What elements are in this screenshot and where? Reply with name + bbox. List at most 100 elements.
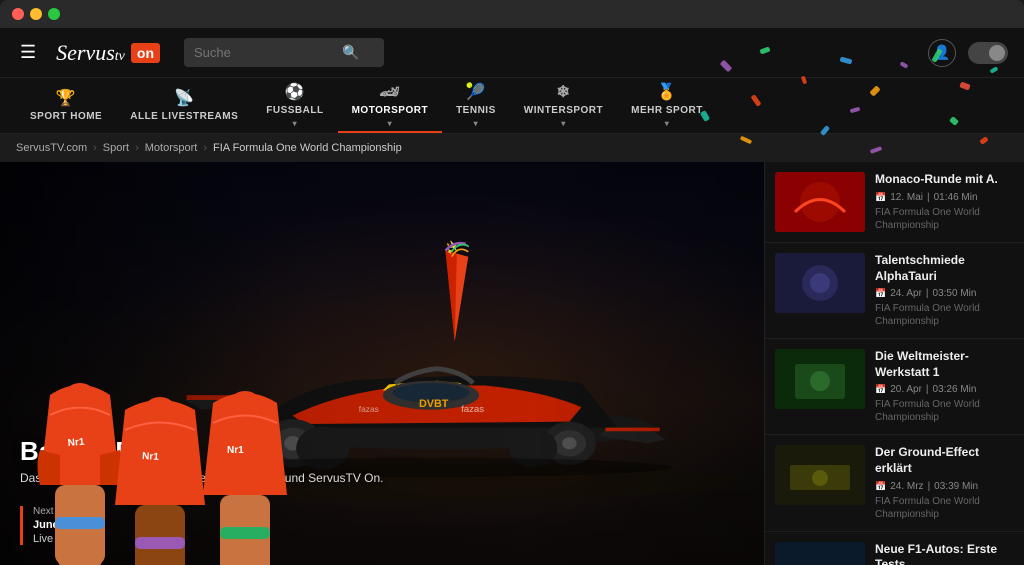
- foam-fingers: Nr1 Nr1: [0, 365, 320, 565]
- chevron-down-icon-winter: ▾: [561, 119, 566, 128]
- svg-text:Nr1: Nr1: [227, 445, 244, 456]
- user-icon[interactable]: 👤: [928, 39, 956, 67]
- sidebar-card-title-4: Neue F1-Autos: Erste Tests: [875, 542, 1014, 565]
- svg-text:✨: ✨: [442, 237, 462, 256]
- motorsport-icon: 🏎: [379, 82, 400, 102]
- search-input[interactable]: [194, 45, 334, 60]
- nav-tennis-label: TENNIS: [456, 105, 496, 116]
- header: ☰ Servustv on 🔍 👤: [0, 28, 1024, 78]
- app-container: ☰ Servustv on 🔍 👤 🏆 SPORT HOME 📡 ALLE LI…: [0, 28, 1024, 565]
- sidebar-sep-0: |: [927, 192, 930, 203]
- sidebar-card-title-3: Der Ground-Effect erklärt: [875, 445, 1014, 476]
- navigation: 🏆 SPORT HOME 📡 ALLE LIVESTREAMS ⚽ FUSSBA…: [0, 78, 1024, 134]
- sidebar-duration-3: 03:39 Min: [934, 481, 978, 492]
- header-right: 👤: [928, 39, 1008, 67]
- breadcrumb-sep-1: ›: [93, 142, 97, 154]
- sidebar-card-meta-2: 📅 20. Apr | 03:26 Min: [875, 384, 1014, 395]
- sidebar-card-meta-0: 📅 12. Mai | 01:46 Min: [875, 192, 1014, 203]
- sidebar-category-0: FIA Formula One World Championship: [875, 206, 1014, 232]
- nav-motorsport-label: MOTORSPORT: [352, 105, 428, 116]
- chevron-down-icon: ▾: [293, 119, 298, 128]
- sidebar-card-1[interactable]: Talentschmiede AlphaTauri 📅 24. Apr | 03…: [765, 243, 1024, 339]
- calendar-icon-2: 📅: [875, 384, 886, 395]
- breadcrumb-current: FIA Formula One World Championship: [213, 142, 402, 154]
- sidebar-info-1: Talentschmiede AlphaTauri 📅 24. Apr | 03…: [875, 253, 1014, 328]
- theme-toggle[interactable]: [968, 42, 1008, 64]
- sidebar-info-4: Neue F1-Autos: Erste Tests 📅 23. Feb | 0…: [875, 542, 1014, 565]
- hero-section[interactable]: fazas fazas DVBT: [0, 162, 764, 565]
- main-content: fazas fazas DVBT: [0, 162, 1024, 565]
- sidebar-info-3: Der Ground-Effect erklärt 📅 24. Mrz | 03…: [875, 445, 1014, 520]
- nav-sport-home-label: SPORT HOME: [30, 111, 102, 122]
- logo: Servustv on: [56, 40, 160, 66]
- search-icon: 🔍: [342, 44, 359, 61]
- sidebar-category-3: FIA Formula One World Championship: [875, 495, 1014, 521]
- sidebar-duration-1: 03:50 Min: [933, 288, 977, 299]
- nav-sport-home[interactable]: 🏆 SPORT HOME: [16, 78, 116, 133]
- sidebar-thumb-4: [775, 542, 865, 565]
- breadcrumb-home[interactable]: ServusTV.com: [16, 142, 87, 154]
- sidebar-card-0[interactable]: Monaco-Runde mit A. 📅 12. Mai | 01:46 Mi…: [765, 162, 1024, 243]
- maximize-button[interactable]: [48, 8, 60, 20]
- search-bar[interactable]: 🔍: [184, 38, 384, 67]
- calendar-icon-3: 📅: [875, 481, 886, 492]
- soccer-icon: ⚽: [285, 82, 305, 102]
- sidebar-card-title-0: Monaco-Runde mit A.: [875, 172, 1014, 188]
- sidebar-sep-3: |: [928, 481, 931, 492]
- breadcrumb-sport[interactable]: Sport: [103, 142, 129, 154]
- close-button[interactable]: [12, 8, 24, 20]
- sidebar-category-2: FIA Formula One World Championship: [875, 398, 1014, 424]
- sidebar-duration-2: 03:26 Min: [933, 384, 977, 395]
- sidebar-date-2: 20. Apr: [890, 384, 922, 395]
- nav-wintersport[interactable]: ❄ WINTERSPORT ▾: [510, 78, 617, 133]
- sidebar-card-meta-1: 📅 24. Apr | 03:50 Min: [875, 288, 1014, 299]
- live-icon: 📡: [174, 88, 194, 108]
- breadcrumb-motorsport[interactable]: Motorsport: [145, 142, 198, 154]
- sidebar-thumb-2: [775, 349, 865, 409]
- sidebar-info-0: Monaco-Runde mit A. 📅 12. Mai | 01:46 Mi…: [875, 172, 1014, 232]
- sidebar-card-meta-3: 📅 24. Mrz | 03:39 Min: [875, 481, 1014, 492]
- nav-motorsport[interactable]: 🏎 MOTORSPORT ▾: [338, 78, 442, 133]
- sidebar-thumb-3: [775, 445, 865, 505]
- sport-icon: 🏅: [657, 82, 677, 102]
- sidebar-thumb-1: [775, 253, 865, 313]
- nav-wintersport-label: WINTERSPORT: [524, 105, 603, 116]
- sidebar-card-title-1: Talentschmiede AlphaTauri: [875, 253, 1014, 284]
- sidebar: Monaco-Runde mit A. 📅 12. Mai | 01:46 Mi…: [764, 162, 1024, 565]
- breadcrumb: ServusTV.com › Sport › Motorsport › FIA …: [0, 134, 1024, 162]
- tennis-icon: 🎾: [466, 82, 486, 102]
- nav-mehr-sport[interactable]: 🏅 MEHR SPORT ▾: [617, 78, 717, 133]
- menu-button[interactable]: ☰: [16, 38, 40, 67]
- sidebar-sep-2: |: [926, 384, 929, 395]
- sidebar-date-3: 24. Mrz: [890, 481, 923, 492]
- trophy-icon: 🏆: [56, 88, 76, 108]
- window-chrome: [0, 0, 1024, 28]
- sidebar-card-3[interactable]: Der Ground-Effect erklärt 📅 24. Mrz | 03…: [765, 435, 1024, 531]
- logo-text: Servustv: [56, 40, 125, 66]
- calendar-icon-0: 📅: [875, 192, 886, 203]
- sidebar-date-0: 12. Mai: [890, 192, 923, 203]
- nav-fussball[interactable]: ⚽ FUSSBALL ▾: [252, 78, 337, 133]
- nav-livestreams[interactable]: 📡 ALLE LIVESTREAMS: [116, 78, 252, 133]
- breadcrumb-sep-3: ›: [203, 142, 207, 154]
- chevron-down-icon-mehr: ▾: [665, 119, 670, 128]
- sidebar-sep-1: |: [926, 288, 929, 299]
- nav-tennis[interactable]: 🎾 TENNIS ▾: [442, 78, 510, 133]
- sidebar-info-2: Die Weltmeister-Werkstatt 1 📅 20. Apr | …: [875, 349, 1014, 424]
- nav-mehr-sport-label: MEHR SPORT: [631, 105, 703, 116]
- sidebar-card-4[interactable]: Neue F1-Autos: Erste Tests 📅 23. Feb | 0…: [765, 532, 1024, 565]
- sidebar-category-1: FIA Formula One World Championship: [875, 302, 1014, 328]
- logo-on-badge: on: [131, 43, 160, 63]
- minimize-button[interactable]: [30, 8, 42, 20]
- sidebar-date-1: 24. Apr: [890, 288, 922, 299]
- sidebar-card-title-2: Die Weltmeister-Werkstatt 1: [875, 349, 1014, 380]
- winter-icon: ❄: [556, 82, 570, 102]
- sidebar-thumb-0: [775, 172, 865, 232]
- sidebar-card-2[interactable]: Die Weltmeister-Werkstatt 1 📅 20. Apr | …: [765, 339, 1024, 435]
- chevron-down-icon-motorsport: ▾: [388, 119, 393, 128]
- svg-text:Nr1: Nr1: [67, 437, 85, 449]
- sidebar-duration-0: 01:46 Min: [934, 192, 978, 203]
- calendar-icon-1: 📅: [875, 288, 886, 299]
- nav-fussball-label: FUSSBALL: [266, 105, 323, 116]
- svg-text:Nr1: Nr1: [142, 451, 160, 463]
